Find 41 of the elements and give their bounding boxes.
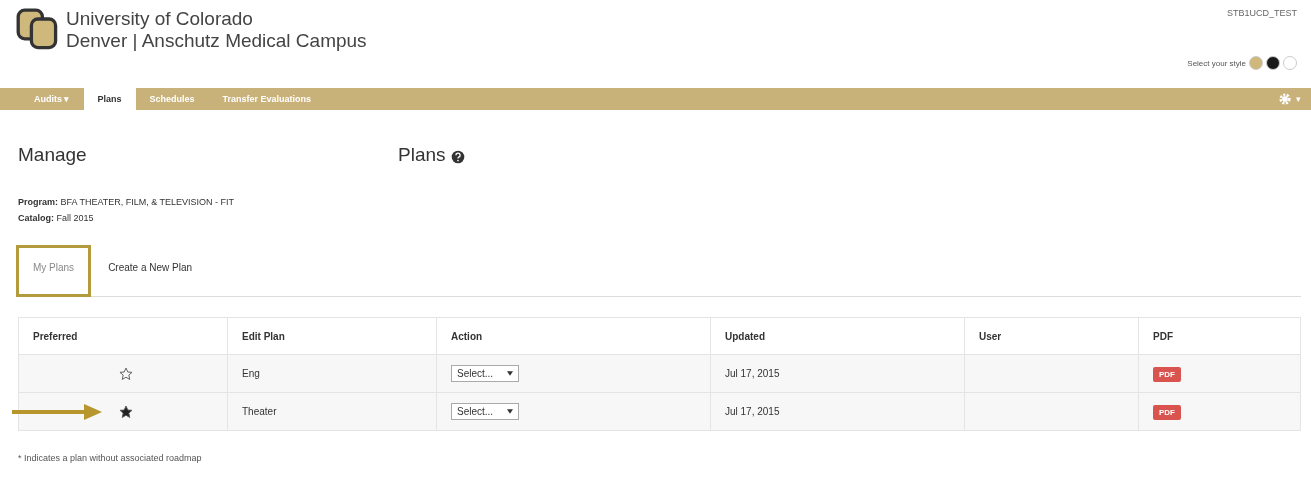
style-swatch[interactable]: [1266, 56, 1280, 70]
campus-name: Denver | Anschutz Medical Campus: [66, 30, 367, 52]
footnote: * Indicates a plan without associated roadmap: [18, 453, 203, 463]
column-header: User: [964, 317, 1139, 355]
style-swatch[interactable]: [1249, 56, 1263, 70]
pdf-button[interactable]: PDF: [1153, 405, 1181, 420]
pdf-button[interactable]: PDF: [1153, 367, 1181, 382]
action-dropdown[interactable]: Select...: [451, 403, 520, 420]
help-icon[interactable]: [450, 150, 465, 164]
nav-tab[interactable]: Schedules: [135, 88, 209, 110]
logo-icon: [16, 8, 60, 52]
star-icon[interactable]: [119, 366, 133, 381]
column-header: Preferred: [18, 317, 228, 355]
program-value: BFA THEATER, FILM, & TELEVISION - FIT: [60, 197, 235, 207]
university-name: University of Colorado: [66, 8, 254, 30]
style-swatch[interactable]: [1283, 56, 1297, 70]
nav-tab[interactable]: Audits ▾: [20, 88, 84, 110]
column-header: Updated: [710, 317, 965, 355]
column-header: Action: [436, 317, 711, 355]
star-icon[interactable]: [119, 404, 133, 419]
caret-icon[interactable]: ▾: [1296, 94, 1301, 104]
column-header: PDF: [1138, 317, 1301, 355]
table-cell: Eng: [227, 354, 437, 393]
program-label: Program:: [18, 197, 58, 207]
page-title: Plans: [398, 144, 446, 166]
table-cell: Jul 17, 2015: [710, 354, 965, 393]
caret-icon: [507, 371, 514, 376]
tab[interactable]: Create a New Plan: [91, 245, 210, 297]
table-cell: Theater: [227, 392, 437, 431]
column-header: Edit Plan: [227, 317, 437, 355]
page-title: Manage: [18, 144, 88, 166]
catalog-value: Fall 2015: [56, 213, 94, 223]
style-label: Select your style: [1187, 58, 1246, 68]
tab[interactable]: My Plans: [16, 245, 92, 297]
nav-tab[interactable]: Plans: [83, 88, 136, 110]
username: STB1UCD_TEST: [1227, 8, 1297, 18]
nav-tab[interactable]: Transfer Evaluations: [208, 88, 326, 110]
catalog-label: Catalog:: [18, 213, 54, 223]
caret-icon: [507, 409, 514, 414]
table-cell: Jul 17, 2015: [710, 392, 965, 431]
action-dropdown[interactable]: Select...: [451, 365, 520, 382]
